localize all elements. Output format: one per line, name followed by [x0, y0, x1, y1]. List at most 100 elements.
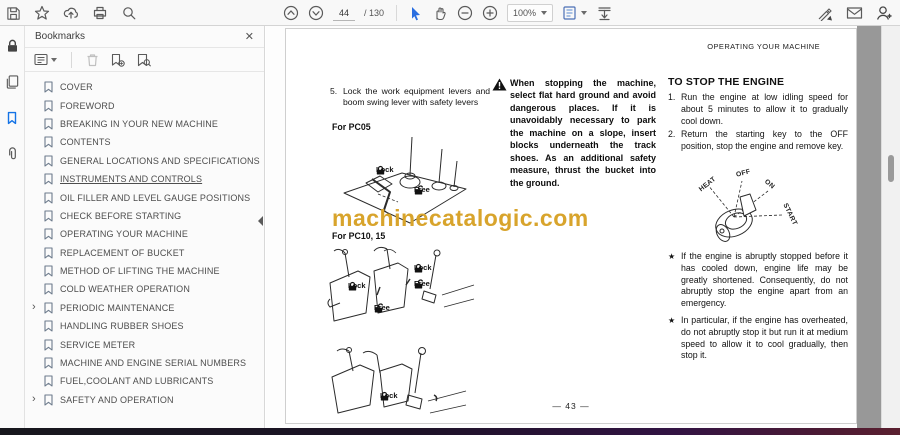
bookmark-item[interactable]: BREAKING IN YOUR NEW MACHINE: [25, 115, 264, 133]
document-view: OPERATING YOUR MACHINE 5. Lock the work …: [266, 26, 900, 428]
bookmark-item[interactable]: HANDLING RUBBER SHOES: [25, 317, 264, 335]
hand-tool-icon[interactable]: [432, 5, 448, 21]
step5-number: 5.: [330, 86, 338, 96]
bookmark-item[interactable]: COVER: [25, 78, 264, 96]
step2-number: 2.: [668, 128, 676, 139]
bookmark-icon: [44, 247, 53, 259]
delete-bookmark-icon[interactable]: [86, 53, 99, 67]
search-icon[interactable]: [121, 5, 137, 21]
running-header: OPERATING YOUR MACHINE: [707, 42, 820, 51]
bookmark-item-label: GENERAL LOCATIONS AND SPECIFICATIONS: [60, 155, 260, 166]
bookmark-icon: [44, 394, 53, 406]
bookmark-item[interactable]: REPLACEMENT OF BUCKET: [25, 244, 264, 262]
page-up-icon[interactable]: [283, 5, 299, 21]
upload-cloud-icon[interactable]: [63, 5, 79, 21]
bookmark-item[interactable]: › PERIODIC MAINTENANCE: [25, 299, 264, 317]
warning-triangle-icon: [492, 78, 507, 96]
bookmark-icon: [44, 228, 53, 240]
padlock-open-icon: [414, 185, 424, 195]
bookmarks-panel-title: Bookmarks: [35, 31, 86, 42]
bookmark-item[interactable]: FUEL,COOLANT AND LUBRICANTS: [25, 372, 264, 390]
bookmark-icon: [44, 357, 53, 369]
bookmark-item[interactable]: INSTRUMENTS AND CONTROLS: [25, 170, 264, 188]
attachments-icon[interactable]: [5, 146, 20, 167]
pc10-free-label-2: Free: [414, 279, 430, 289]
scrollbar-thumb[interactable]: [888, 155, 894, 182]
bookmark-list: COVER FOREWORD BREAKING IN YOUR NEW MACHIN…: [25, 72, 264, 409]
bookmark-item-label: SERVICE METER: [60, 339, 136, 350]
toolbar-nav-group: / 130 100%: [283, 0, 613, 26]
add-person-icon[interactable]: [875, 5, 892, 21]
bookmark-item[interactable]: SERVICE METER: [25, 335, 264, 353]
bookmark-item[interactable]: FOREWORD: [25, 96, 264, 114]
lock-icon[interactable]: [5, 38, 20, 59]
bookmarks-panel-icon[interactable]: [5, 110, 19, 131]
bookmark-item[interactable]: MACHINE AND ENGINE SERIAL NUMBERS: [25, 354, 264, 372]
bookmark-item-label: FOREWORD: [60, 100, 115, 111]
bookmark-item[interactable]: › SAFETY AND OPERATION: [25, 391, 264, 409]
zoom-in-icon[interactable]: [482, 5, 498, 21]
pdf-viewer-window: / 130 100%: [0, 0, 900, 435]
page-number-input[interactable]: [333, 5, 355, 21]
bookmark-icon: [44, 265, 53, 277]
bookmark-item[interactable]: COLD WEATHER OPERATION: [25, 280, 264, 298]
pc10-15-lever-diagram-bottom: Lock: [324, 347, 479, 435]
bookmark-item-label: HANDLING RUBBER SHOES: [60, 321, 184, 332]
bookmark-icon: [44, 136, 53, 148]
page-view-mode-button[interactable]: [562, 5, 588, 21]
zoom-out-icon[interactable]: [457, 5, 473, 21]
email-icon[interactable]: [846, 6, 863, 20]
bookmark-item-label: INSTRUMENTS AND CONTROLS: [60, 174, 203, 185]
bookmark-item[interactable]: OPERATING YOUR MACHINE: [25, 225, 264, 243]
zoom-level-value: 100%: [513, 8, 537, 18]
bookmark-options-icon[interactable]: [34, 53, 57, 66]
page-thumbnails-icon[interactable]: [5, 74, 20, 95]
for-pc05-label: For PC05: [332, 122, 371, 132]
fit-width-button[interactable]: [596, 5, 613, 21]
save-icon[interactable]: [6, 6, 21, 21]
padlock-closed-icon: [376, 165, 385, 175]
toolbar-divider: [396, 5, 398, 21]
pc10-lock-label-1: Lock: [348, 281, 366, 291]
padlock-closed-icon: [414, 263, 423, 273]
section-heading: TO STOP THE ENGINE: [668, 76, 785, 88]
step5-paragraph: 5. Lock the work equipment levers and bo…: [330, 86, 490, 109]
bookmark-item-label: SAFETY AND OPERATION: [60, 394, 174, 405]
select-cursor-icon[interactable]: [409, 6, 423, 21]
new-bookmark-icon[interactable]: [110, 53, 125, 67]
bookmark-item-label: COVER: [60, 82, 93, 93]
vertical-scrollbar[interactable]: [881, 26, 900, 428]
bookmark-item-label: CHECK BEFORE STARTING: [60, 210, 182, 221]
bookmarks-panel: Bookmarks ✕ COVER FOREWORD BREAKING IN YOU…: [25, 26, 265, 428]
bookmark-item[interactable]: GENERAL LOCATIONS AND SPECIFICATIONS: [25, 152, 264, 170]
panel-collapse-arrow-icon[interactable]: [258, 216, 263, 226]
bookmark-icon: [44, 339, 53, 351]
bookmark-item[interactable]: METHOD OF LIFTING THE MACHINE: [25, 262, 264, 280]
bookmark-item[interactable]: CONTENTS: [25, 133, 264, 151]
pc10-bottom-lock-label: Lock: [380, 391, 398, 401]
expand-chevron-icon[interactable]: ›: [32, 302, 43, 313]
bookmark-icon: [44, 100, 53, 112]
panel-toolbar-divider: [71, 51, 72, 68]
bookmark-item[interactable]: CHECK BEFORE STARTING: [25, 207, 264, 225]
zoom-level-select[interactable]: 100%: [507, 4, 554, 22]
bookmark-item-label: CONTENTS: [60, 137, 111, 148]
pc10-lock-label-2: Lock: [414, 263, 432, 273]
page-down-icon[interactable]: [308, 5, 324, 21]
close-icon[interactable]: ✕: [245, 30, 254, 43]
bookmark-item-label: OPERATING YOUR MACHINE: [60, 229, 188, 240]
caret-down-icon: [51, 57, 57, 62]
pdf-page: OPERATING YOUR MACHINE 5. Lock the work …: [285, 28, 857, 424]
bookmark-item[interactable]: OIL FILLER AND LEVEL GAUGE POSITIONS: [25, 188, 264, 206]
padlock-open-icon: [414, 279, 424, 289]
bookmarks-toolbar: [25, 48, 264, 72]
top-toolbar: / 130 100%: [0, 0, 900, 26]
toolbar-share-group: [817, 0, 892, 26]
fill-sign-icon[interactable]: [817, 6, 834, 21]
expand-chevron-icon[interactable]: ›: [32, 394, 43, 405]
pc10-15-lever-diagram-top: Lock Free Lock Free: [324, 243, 479, 343]
print-icon[interactable]: [92, 5, 108, 21]
star-icon[interactable]: [34, 5, 50, 21]
bookmark-item-label: FUEL,COOLANT AND LUBRICANTS: [60, 376, 214, 387]
expand-current-bookmark-icon[interactable]: [136, 53, 151, 67]
